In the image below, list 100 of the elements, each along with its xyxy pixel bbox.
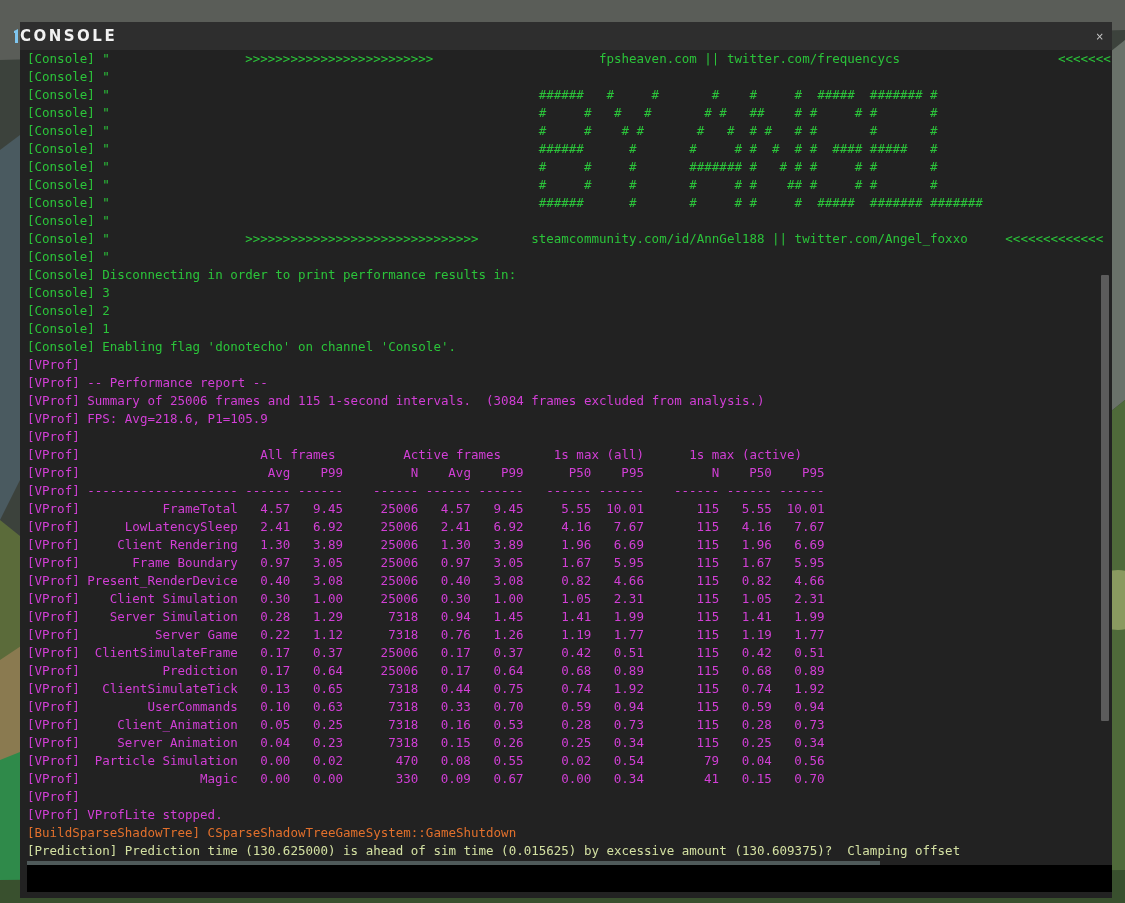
table-cell: 0.65 <box>312 680 343 698</box>
table-cell: 0.44 <box>440 680 471 698</box>
log-message: 3 <box>102 284 110 302</box>
table-cell: 4.16 <box>741 518 772 536</box>
channel-tag: [Console] <box>27 158 95 176</box>
table-cell: 7.67 <box>613 518 644 536</box>
table-cell: 0.40 <box>260 572 291 590</box>
ascii-art-line: # # # ####### # # # # # # # <box>538 158 938 176</box>
table-cell: 0.40 <box>440 572 471 590</box>
column-group-header: Active frames <box>403 446 502 464</box>
table-cell: 0.22 <box>260 626 291 644</box>
table-cell: 0.26 <box>493 734 524 752</box>
table-cell: 1.29 <box>312 608 343 626</box>
table-cell: 0.28 <box>260 608 291 626</box>
channel-tag: [Console] <box>27 122 95 140</box>
table-cell: 470 <box>395 752 419 770</box>
row-label: Prediction <box>162 662 238 680</box>
table-cell: 25006 <box>380 500 419 518</box>
column-group-header: 1s max (all) <box>553 446 645 464</box>
table-cell: 115 <box>696 680 720 698</box>
table-cell: 0.00 <box>312 770 343 788</box>
table-cell: 4.57 <box>260 500 291 518</box>
table-cell: 115 <box>696 536 720 554</box>
table-cell: 1.99 <box>794 608 825 626</box>
channel-tag: [VProf] <box>27 464 80 482</box>
table-cell: 1.41 <box>741 608 772 626</box>
table-cell: 0.04 <box>260 734 291 752</box>
channel-tag: [VProf] <box>27 806 80 824</box>
table-cell: 1.92 <box>613 680 644 698</box>
log-message: " <box>102 140 110 158</box>
log-message: " <box>102 158 110 176</box>
table-cell: 1.19 <box>561 626 592 644</box>
channel-tag: [VProf] <box>27 482 80 500</box>
column-header: Avg <box>448 464 471 482</box>
column-header: P50 <box>749 464 772 482</box>
channel-tag: [VProf] <box>27 608 80 626</box>
log-message: -- Performance report -- <box>87 374 268 392</box>
table-cell: 25006 <box>380 662 419 680</box>
channel-tag: [VProf] <box>27 392 80 410</box>
close-button[interactable]: × <box>1092 28 1107 44</box>
row-label: FrameTotal <box>162 500 238 518</box>
table-cell: 0.56 <box>794 752 825 770</box>
channel-tag: [VProf] <box>27 356 80 374</box>
channel-tag: [Console] <box>27 302 95 320</box>
table-cell: 0.73 <box>794 716 825 734</box>
dash-rule: ------ <box>297 482 344 500</box>
table-cell: 25006 <box>380 518 419 536</box>
dash-rule: ------ <box>245 482 291 500</box>
table-cell: 3.05 <box>493 554 524 572</box>
table-cell: 0.30 <box>260 590 291 608</box>
table-cell: 9.45 <box>312 500 343 518</box>
table-cell: 0.00 <box>260 752 291 770</box>
command-input-field[interactable] <box>27 865 1112 892</box>
table-cell: 0.89 <box>613 662 644 680</box>
table-cell: 0.30 <box>440 590 471 608</box>
table-cell: 0.37 <box>493 644 524 662</box>
table-cell: 3.89 <box>493 536 524 554</box>
table-cell: 0.67 <box>493 770 524 788</box>
channel-tag: [VProf] <box>27 554 80 572</box>
table-cell: 0.00 <box>260 770 291 788</box>
table-cell: 1.67 <box>741 554 772 572</box>
table-cell: 0.70 <box>493 698 524 716</box>
channel-tag: [VProf] <box>27 716 80 734</box>
table-cell: 115 <box>696 572 720 590</box>
table-cell: 0.25 <box>561 734 592 752</box>
table-cell: 7318 <box>388 626 419 644</box>
table-cell: 0.70 <box>794 770 825 788</box>
channel-tag: [VProf] <box>27 536 80 554</box>
column-header: P95 <box>621 464 644 482</box>
channel-tag: [Console] <box>27 320 95 338</box>
table-cell: 1.12 <box>312 626 343 644</box>
table-cell: 0.34 <box>794 734 825 752</box>
channel-tag: [Console] <box>27 86 95 104</box>
channel-tag: [VProf] <box>27 788 80 806</box>
table-cell: 0.59 <box>561 698 592 716</box>
scrollbar-thumb[interactable] <box>1101 275 1109 721</box>
channel-tag: [Console] <box>27 212 95 230</box>
log-message: " <box>102 104 110 122</box>
table-cell: 2.31 <box>794 590 825 608</box>
table-cell: 330 <box>395 770 419 788</box>
table-cell: 1.45 <box>493 608 524 626</box>
table-cell: 7318 <box>388 608 419 626</box>
table-cell: 0.94 <box>440 608 471 626</box>
table-cell: 7318 <box>388 698 419 716</box>
table-cell: 0.55 <box>493 752 524 770</box>
column-header: N <box>711 464 720 482</box>
table-cell: 115 <box>696 662 720 680</box>
log-message: " <box>102 86 110 104</box>
table-cell: 3.89 <box>312 536 343 554</box>
channel-tag: [VProf] <box>27 626 80 644</box>
channel-tag: [VProf] <box>27 734 80 752</box>
table-cell: 1.30 <box>260 536 291 554</box>
table-cell: 0.25 <box>312 716 343 734</box>
table-cell: 0.23 <box>312 734 343 752</box>
row-label: Server Animation <box>117 734 238 752</box>
table-cell: 0.34 <box>613 770 644 788</box>
table-cell: 115 <box>696 518 720 536</box>
table-cell: 3.08 <box>493 572 524 590</box>
channel-tag: [VProf] <box>27 518 80 536</box>
row-label: Present_RenderDevice <box>87 572 238 590</box>
